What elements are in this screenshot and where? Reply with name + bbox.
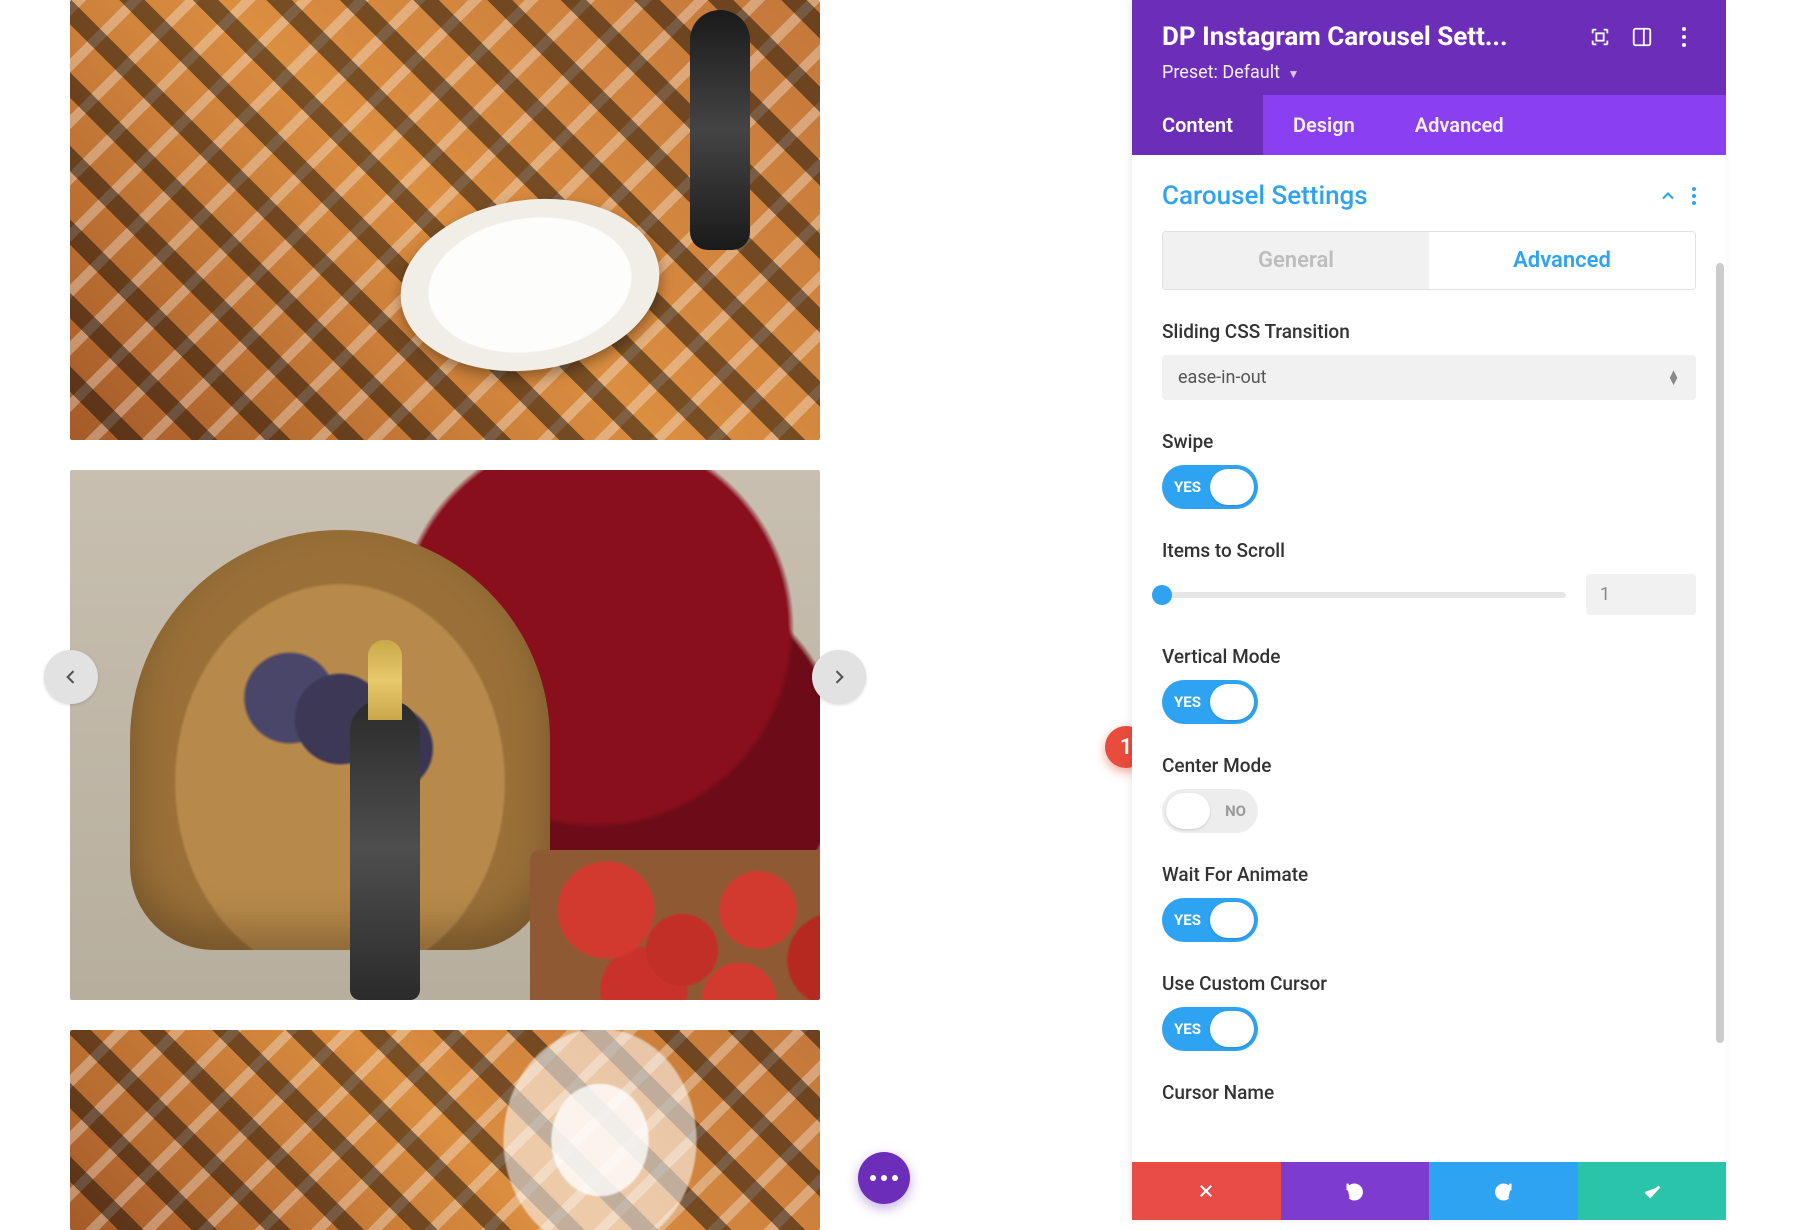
settings-panel: DP Instagram Carousel Sett... bbox=[1132, 0, 1726, 1220]
carousel-prev-button[interactable] bbox=[44, 650, 98, 704]
slider-thumb[interactable] bbox=[1152, 585, 1172, 605]
subtab-general[interactable]: General bbox=[1163, 232, 1429, 289]
transition-select[interactable]: ease-in-out ▲▼ bbox=[1162, 355, 1696, 400]
close-button[interactable] bbox=[1132, 1162, 1281, 1220]
panel-body: Carousel Settings General Advanced Slidi… bbox=[1132, 155, 1726, 1162]
items-value-input[interactable]: 1 bbox=[1586, 574, 1696, 615]
items-slider[interactable] bbox=[1162, 592, 1566, 598]
layout-button[interactable] bbox=[1630, 25, 1654, 49]
expand-button[interactable] bbox=[1588, 25, 1612, 49]
panel-footer bbox=[1132, 1162, 1726, 1220]
carousel-next-button[interactable] bbox=[812, 650, 866, 704]
chevron-up-icon bbox=[1658, 186, 1678, 206]
field-cursor-name: Cursor Name bbox=[1162, 1081, 1696, 1104]
redo-button[interactable] bbox=[1429, 1162, 1578, 1220]
undo-icon bbox=[1344, 1180, 1366, 1202]
more-button[interactable] bbox=[1672, 25, 1696, 49]
close-icon bbox=[1197, 1182, 1215, 1200]
layout-icon bbox=[1631, 26, 1653, 48]
tab-advanced[interactable]: Advanced bbox=[1385, 95, 1534, 155]
vertical-toggle[interactable]: YES bbox=[1162, 680, 1258, 724]
field-custom-cursor: Use Custom Cursor YES bbox=[1162, 972, 1696, 1051]
field-vertical-mode: Vertical Mode YES bbox=[1162, 645, 1696, 724]
section-more-button[interactable] bbox=[1692, 187, 1696, 205]
more-fab-button[interactable] bbox=[858, 1152, 910, 1204]
caret-down-icon: ▼ bbox=[1287, 67, 1299, 81]
subtab-advanced[interactable]: Advanced bbox=[1429, 232, 1695, 289]
carousel bbox=[70, 0, 820, 1230]
main-tabs: Content Design Advanced bbox=[1132, 95, 1726, 155]
field-items-to-scroll: Items to Scroll 1 bbox=[1162, 539, 1696, 615]
tab-content[interactable]: Content bbox=[1132, 95, 1263, 155]
carousel-slide bbox=[70, 1030, 820, 1230]
section-title: Carousel Settings bbox=[1162, 181, 1644, 211]
tab-design[interactable]: Design bbox=[1263, 95, 1385, 155]
slide-decor bbox=[350, 700, 420, 1000]
chevron-right-icon bbox=[829, 667, 849, 687]
field-swipe: Swipe YES bbox=[1162, 430, 1696, 509]
swipe-toggle[interactable]: YES bbox=[1162, 465, 1258, 509]
preview-area bbox=[0, 0, 1132, 1220]
field-sliding-transition: Sliding CSS Transition ease-in-out ▲▼ bbox=[1162, 320, 1696, 400]
section-collapse-button[interactable] bbox=[1658, 186, 1678, 206]
carousel-slide bbox=[70, 0, 820, 440]
preset-selector[interactable]: Preset: Default ▼ bbox=[1162, 62, 1696, 83]
section-subtabs: General Advanced bbox=[1162, 231, 1696, 290]
kebab-icon bbox=[1692, 187, 1696, 205]
field-wait-animate: Wait For Animate YES bbox=[1162, 863, 1696, 942]
check-icon bbox=[1641, 1180, 1663, 1202]
center-toggle[interactable]: NO bbox=[1162, 789, 1258, 833]
redo-icon bbox=[1492, 1180, 1514, 1202]
dots-icon bbox=[870, 1175, 876, 1181]
save-button[interactable] bbox=[1578, 1162, 1727, 1220]
panel-title: DP Instagram Carousel Sett... bbox=[1162, 22, 1570, 52]
panel-header: DP Instagram Carousel Sett... bbox=[1132, 0, 1726, 95]
kebab-icon bbox=[1682, 27, 1686, 47]
carousel-slide bbox=[70, 470, 820, 1000]
undo-button[interactable] bbox=[1281, 1162, 1430, 1220]
scrollbar[interactable] bbox=[1716, 263, 1724, 1043]
sort-icon: ▲▼ bbox=[1667, 371, 1680, 385]
cursor-toggle[interactable]: YES bbox=[1162, 1007, 1258, 1051]
wait-toggle[interactable]: YES bbox=[1162, 898, 1258, 942]
chevron-left-icon bbox=[61, 667, 81, 687]
expand-icon bbox=[1589, 26, 1611, 48]
field-center-mode: Center Mode NO bbox=[1162, 754, 1696, 833]
